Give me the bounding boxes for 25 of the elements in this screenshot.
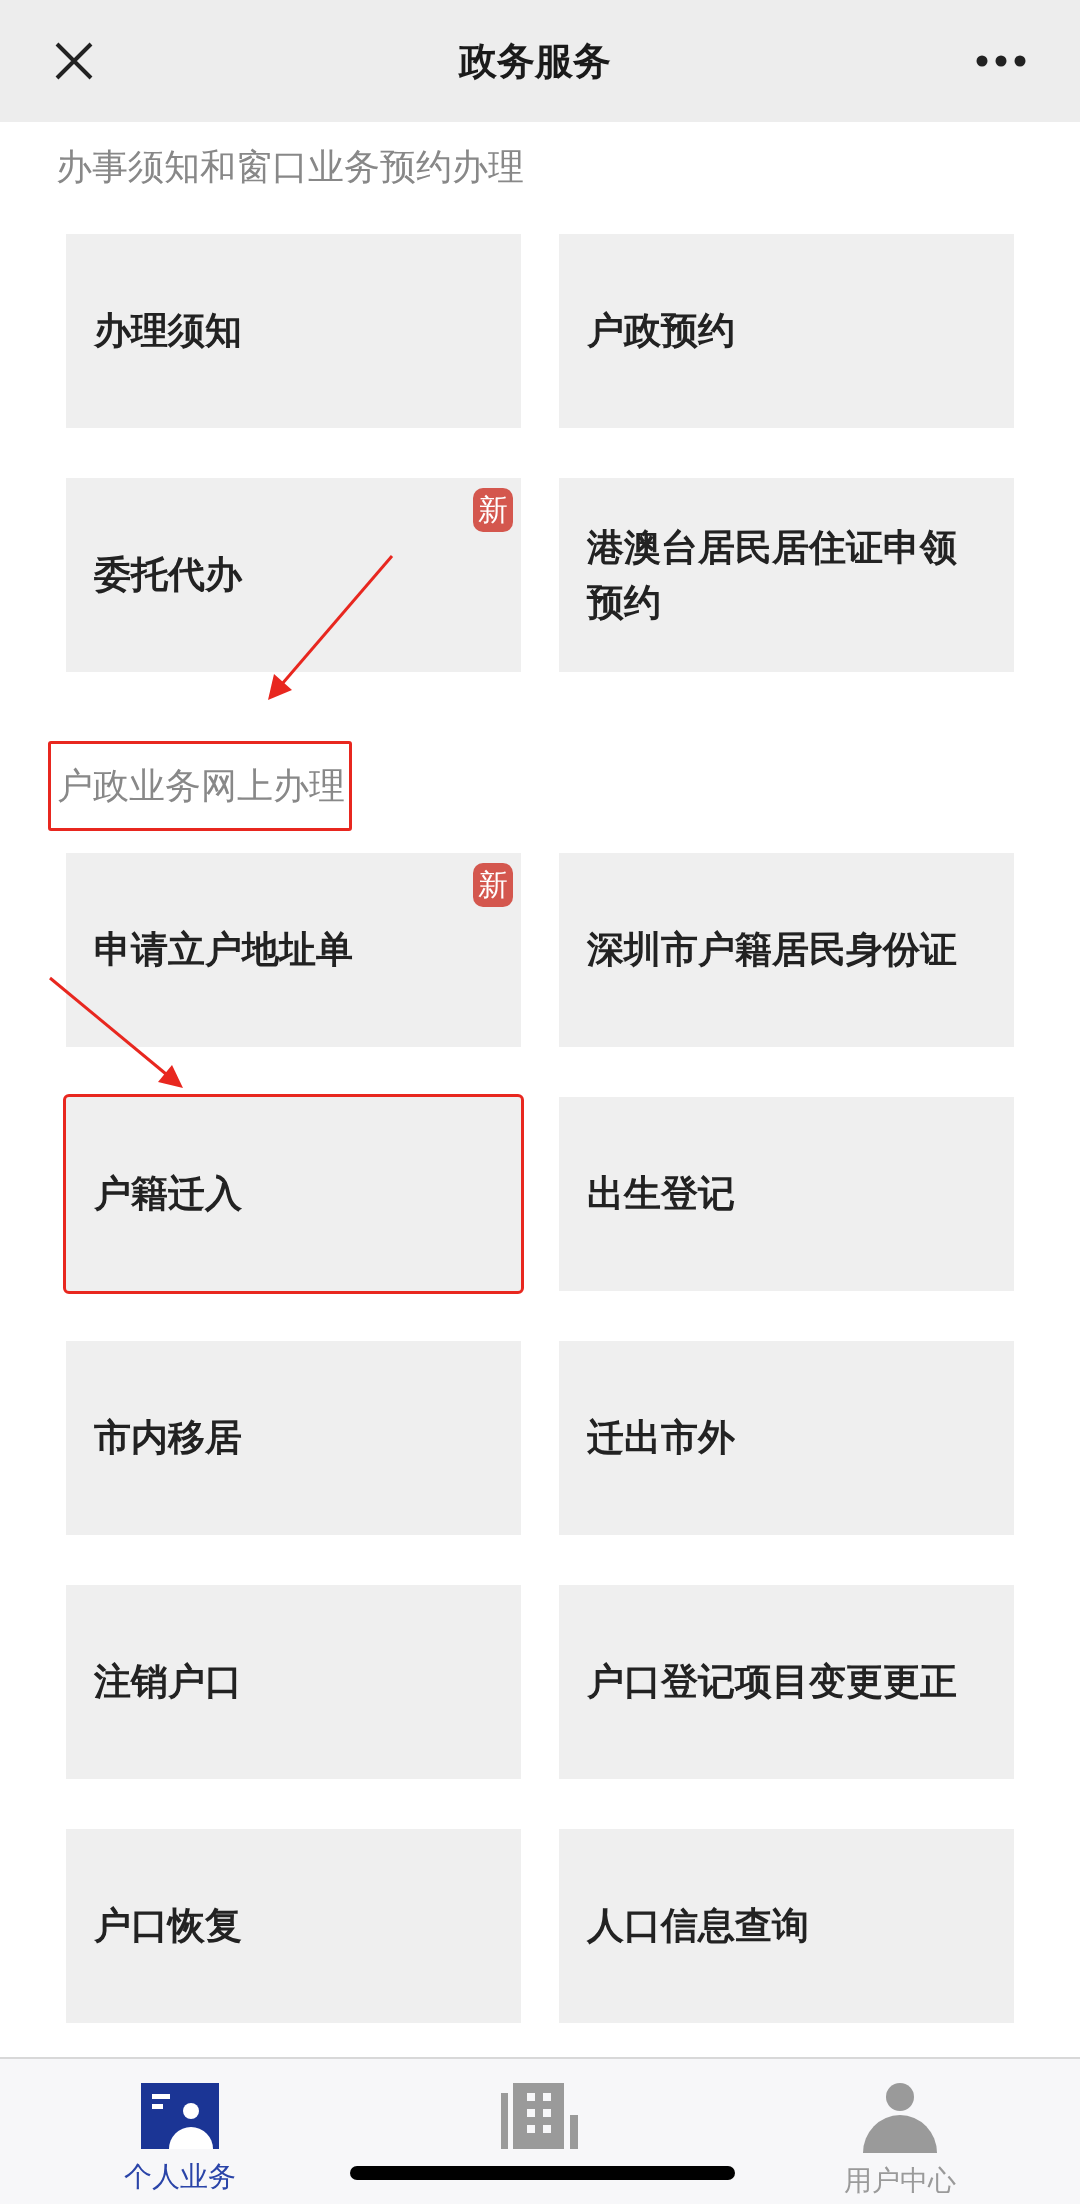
service-tile[interactable]: 出生登记 [559, 1097, 1014, 1291]
service-tile[interactable]: 户口登记项目变更更正 [559, 1585, 1014, 1779]
building-icon [501, 2083, 579, 2149]
service-tile[interactable]: 户口恢复 [66, 1829, 521, 2023]
service-tile[interactable]: 申请立户地址单 新 [66, 853, 521, 1047]
service-tile[interactable]: 深圳市户籍居民身份证 [559, 853, 1014, 1047]
id-card-icon [141, 2083, 219, 2149]
service-tile[interactable]: 注销户口 [66, 1585, 521, 1779]
tab[interactable]: 个人业务 [0, 2059, 360, 2204]
section-title: 办事须知和窗口业务预约办理 [56, 145, 524, 189]
new-badge: 新 [473, 488, 513, 532]
close-icon[interactable] [54, 41, 94, 81]
page-title: 政务服务 [459, 37, 611, 85]
service-tile[interactable]: 户政预约 [559, 234, 1014, 428]
service-tile[interactable]: 迁出市外 [559, 1341, 1014, 1535]
service-tile[interactable]: 人口信息查询 [559, 1829, 1014, 2023]
service-tile[interactable]: 委托代办 新 [66, 478, 521, 672]
service-tile[interactable]: 办理须知 [66, 234, 521, 428]
person-icon [863, 2083, 937, 2153]
more-icon[interactable] [976, 55, 1026, 67]
service-tile[interactable]: 港澳台居民居住证申领预约 [559, 478, 1014, 672]
service-tile[interactable]: 户籍迁入 [66, 1097, 521, 1291]
section-title: 户政业务网上办理 [48, 741, 352, 831]
new-badge: 新 [473, 863, 513, 907]
service-tile[interactable]: 市内移居 [66, 1341, 521, 1535]
